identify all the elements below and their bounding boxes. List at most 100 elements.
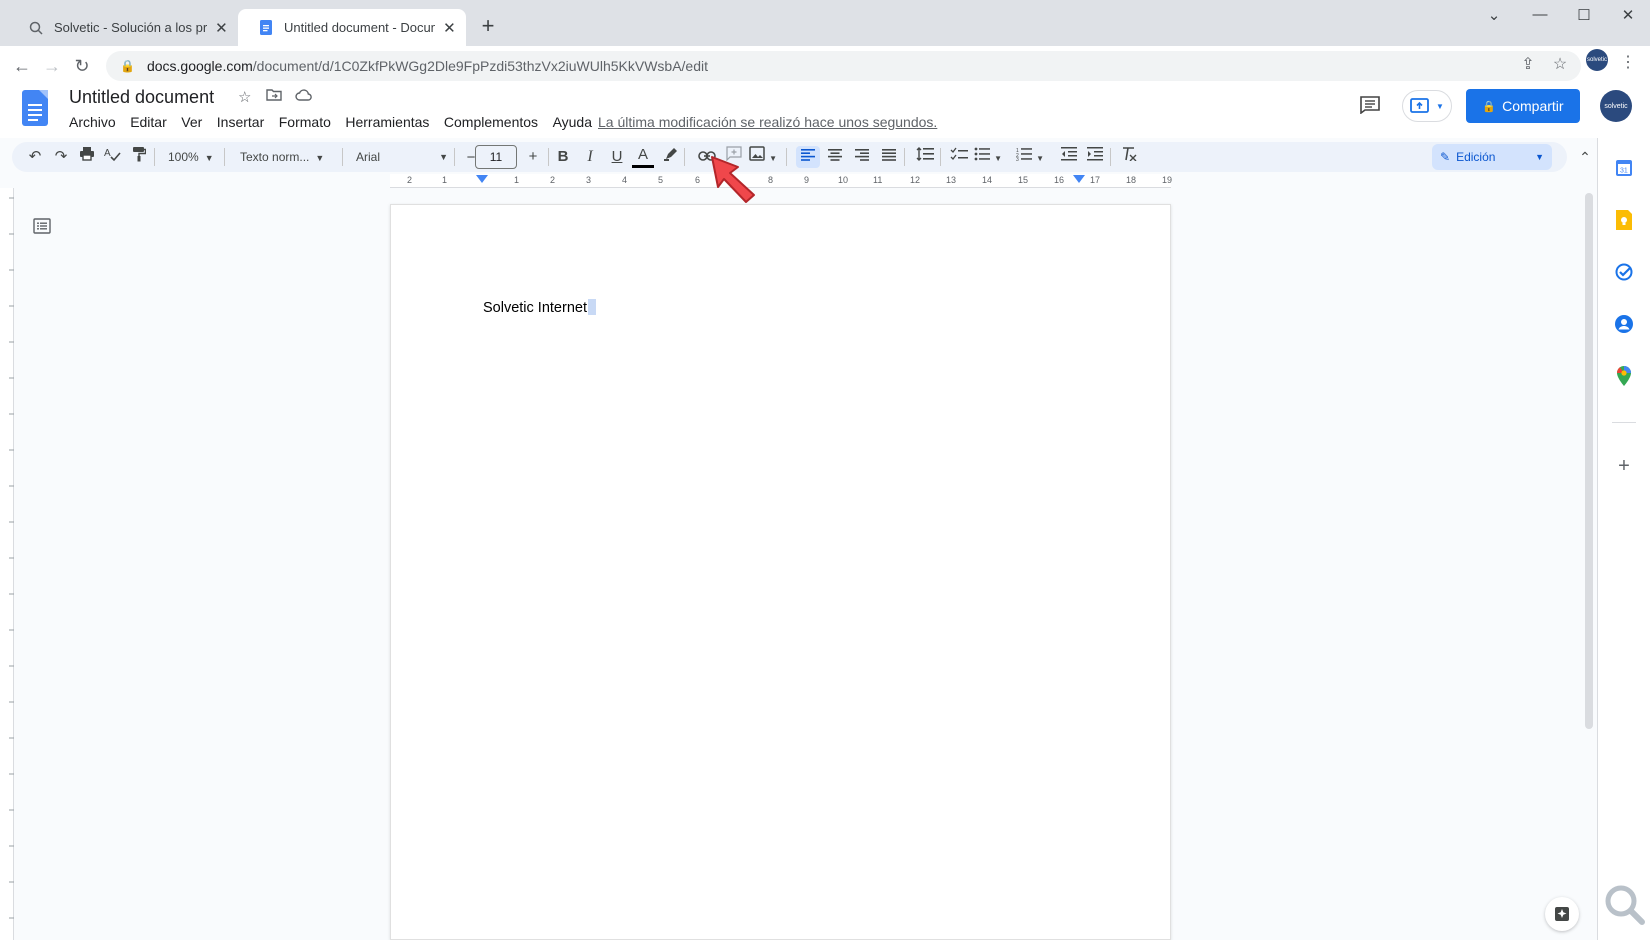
increase-indent-icon[interactable] xyxy=(1084,146,1106,168)
font-dropdown[interactable]: Arial ▼ xyxy=(356,146,448,168)
reload-icon[interactable]: ↻ xyxy=(70,54,94,78)
get-add-ons-icon[interactable]: + xyxy=(1612,454,1636,478)
highlight-color-icon[interactable] xyxy=(660,146,682,168)
menu-archivo[interactable]: Archivo xyxy=(69,114,116,130)
maps-icon[interactable] xyxy=(1612,364,1636,388)
ruler-number: 4 xyxy=(622,175,628,185)
tab-strip: Solvetic - Solución a los problem ✕ Unti… xyxy=(0,0,1650,46)
menu-editar[interactable]: Editar xyxy=(130,114,167,130)
editing-mode-dropdown[interactable]: ✎ Edición ▼ xyxy=(1432,144,1552,170)
document-title[interactable]: Untitled document xyxy=(69,87,214,108)
new-tab-button[interactable]: + xyxy=(476,13,500,39)
forward-arrow-icon[interactable]: → xyxy=(40,54,64,78)
ruler-number: 15 xyxy=(1018,175,1029,185)
address-bar[interactable]: 🔒 docs.google.com/document/d/1C0ZkfPkWGg… xyxy=(106,51,1581,81)
checklist-icon[interactable] xyxy=(948,146,970,168)
back-arrow-icon[interactable]: ← xyxy=(10,54,34,78)
align-left-button[interactable] xyxy=(796,146,820,168)
horizontal-ruler: 2 1 1 2 3 4 5 6 7 8 9 10 11 12 13 14 15 … xyxy=(0,174,1596,188)
decrease-indent-icon[interactable] xyxy=(1058,146,1080,168)
style-value: Texto norm... xyxy=(240,150,310,164)
docs-logo-icon[interactable] xyxy=(22,90,48,126)
svg-text:31: 31 xyxy=(1620,168,1628,175)
star-icon[interactable]: ☆ xyxy=(238,88,251,106)
menu-herramientas[interactable]: Herramientas xyxy=(345,114,429,130)
editing-mode-label: Edición xyxy=(1456,150,1496,164)
menu-ayuda[interactable]: Ayuda xyxy=(553,114,592,130)
spellcheck-icon[interactable]: A xyxy=(102,146,124,168)
share-button[interactable]: 🔒 Compartir xyxy=(1466,89,1580,123)
side-panel-divider xyxy=(1612,422,1636,423)
ruler-number: 11 xyxy=(873,175,883,185)
calendar-icon[interactable]: 31 xyxy=(1612,156,1636,180)
style-dropdown[interactable]: Texto norm... ▼ xyxy=(240,146,324,168)
lock-icon: 🔒 xyxy=(120,59,135,73)
tab-close-icon[interactable]: ✕ xyxy=(215,19,228,37)
left-indent-marker[interactable] xyxy=(476,175,488,183)
document-outline-icon[interactable] xyxy=(33,218,51,239)
increase-font-size-button[interactable]: + xyxy=(522,146,544,168)
font-value: Arial xyxy=(356,150,381,164)
tab-close-icon[interactable]: ✕ xyxy=(443,19,456,37)
browser-toolbar: ← → ↻ 🔒 docs.google.com/document/d/1C0Zk… xyxy=(0,46,1650,86)
cloud-status-icon[interactable] xyxy=(295,88,312,105)
ruler-number: 9 xyxy=(804,175,810,185)
tab-search-chevron-icon[interactable]: ⌄ xyxy=(1474,6,1514,24)
share-page-icon[interactable]: ⇪ xyxy=(1516,54,1540,74)
line-spacing-icon[interactable] xyxy=(914,146,936,168)
tab-untitled-document[interactable]: Untitled document - Documento ✕ xyxy=(238,9,466,46)
underline-button[interactable]: U xyxy=(606,146,628,168)
clear-formatting-icon[interactable] xyxy=(1118,146,1140,168)
browser-menu-icon[interactable]: ⋮ xyxy=(1620,52,1636,72)
ruler-number: 2 xyxy=(550,175,556,185)
close-window-button[interactable]: ✕ xyxy=(1608,6,1648,24)
minimize-button[interactable]: — xyxy=(1520,6,1560,23)
bulleted-list-icon[interactable]: ▼ xyxy=(974,146,1002,168)
last-edit-link[interactable]: La última modificación se realizó hace u… xyxy=(598,114,937,130)
align-right-button[interactable] xyxy=(851,146,873,168)
justify-button[interactable] xyxy=(878,146,900,168)
collapse-menus-icon[interactable]: ⌃ xyxy=(1574,146,1596,168)
italic-button[interactable]: I xyxy=(579,146,601,168)
numbered-list-icon[interactable]: 123 ▼ xyxy=(1016,146,1044,168)
ruler-number: 16 xyxy=(1054,175,1065,185)
comments-icon[interactable] xyxy=(1360,96,1380,119)
explore-button[interactable] xyxy=(1545,897,1579,931)
document-body[interactable]: Solvetic Internet xyxy=(483,299,596,316)
align-center-button[interactable] xyxy=(824,146,846,168)
menu-formato[interactable]: Formato xyxy=(279,114,331,130)
paint-format-icon[interactable] xyxy=(128,146,150,168)
text-cursor xyxy=(587,299,596,315)
ruler-track[interactable]: 2 1 1 2 3 4 5 6 7 8 9 10 11 12 13 14 15 … xyxy=(390,174,1172,188)
ruler-number: 13 xyxy=(946,175,957,185)
keep-icon[interactable] xyxy=(1612,208,1636,232)
redo-icon[interactable]: ↷ xyxy=(50,146,72,168)
vertical-scrollbar[interactable] xyxy=(1585,193,1593,729)
browser-profile-avatar[interactable]: solvetic xyxy=(1586,49,1608,71)
chevron-down-icon: ▼ xyxy=(439,152,448,162)
menu-insertar[interactable]: Insertar xyxy=(217,114,264,130)
font-size-input[interactable]: 11 xyxy=(475,145,517,169)
tab-solvetic[interactable]: Solvetic - Solución a los problem ✕ xyxy=(8,9,238,46)
maximize-button[interactable]: ☐ xyxy=(1564,6,1604,24)
ruler-number: 3 xyxy=(586,175,592,185)
docs-favicon-icon xyxy=(258,20,274,36)
bold-button[interactable]: B xyxy=(552,146,574,168)
pencil-icon: ✎ xyxy=(1440,150,1451,164)
meet-present-button[interactable]: ▼ xyxy=(1402,90,1452,122)
document-page[interactable]: Solvetic Internet xyxy=(390,204,1171,940)
account-avatar[interactable]: solvetic xyxy=(1600,90,1632,122)
menu-complementos[interactable]: Complementos xyxy=(444,114,538,130)
zoom-dropdown[interactable]: 100% ▼ xyxy=(168,146,214,168)
contacts-icon[interactable] xyxy=(1612,312,1636,336)
print-icon[interactable] xyxy=(76,146,98,168)
chevron-down-icon: ▼ xyxy=(204,153,214,163)
move-folder-icon[interactable] xyxy=(266,88,282,105)
undo-icon[interactable]: ↶ xyxy=(24,146,46,168)
right-indent-marker[interactable] xyxy=(1073,175,1085,183)
text-color-button[interactable]: A xyxy=(632,146,654,168)
bookmark-star-icon[interactable]: ☆ xyxy=(1548,54,1572,74)
tasks-icon[interactable] xyxy=(1612,260,1636,284)
chevron-down-icon: ▼ xyxy=(1535,152,1544,162)
menu-ver[interactable]: Ver xyxy=(181,114,202,130)
